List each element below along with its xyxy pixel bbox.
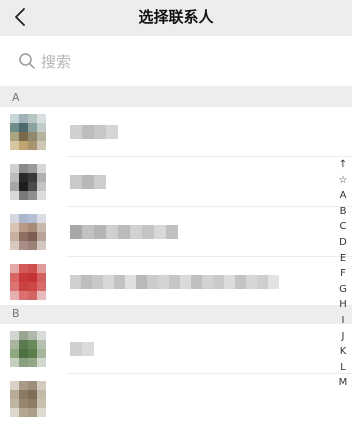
index-letter[interactable]: A	[340, 188, 347, 204]
index-letter[interactable]: J	[342, 329, 345, 345]
chevron-left-icon	[15, 8, 25, 26]
search-icon	[18, 52, 36, 70]
contact-row[interactable]	[0, 324, 352, 374]
avatar	[10, 114, 46, 150]
index-letter[interactable]: ☆	[339, 173, 348, 189]
avatar	[10, 214, 46, 250]
avatar	[10, 164, 46, 200]
contact-row[interactable]	[0, 157, 352, 207]
index-letter[interactable]: F	[340, 266, 346, 282]
contact-name-redacted	[70, 175, 106, 189]
contact-name-redacted	[70, 225, 178, 239]
contact-row[interactable]	[0, 257, 352, 307]
section-header-b: B	[0, 305, 352, 323]
search-bar: 搜索	[0, 36, 352, 86]
index-letter[interactable]: B	[340, 204, 347, 220]
avatar	[10, 264, 46, 300]
avatar	[10, 381, 46, 417]
back-button[interactable]	[8, 4, 32, 30]
header-bar: 选择联系人	[0, 0, 352, 34]
search-placeholder: 搜索	[41, 52, 72, 71]
index-letter[interactable]: H	[339, 297, 347, 313]
index-letter[interactable]: D	[339, 235, 347, 251]
index-letter[interactable]: C	[340, 219, 347, 235]
index-letter[interactable]: K	[340, 344, 347, 360]
contact-row[interactable]	[0, 207, 352, 257]
contact-name-redacted	[70, 275, 279, 289]
page-title: 选择联系人	[138, 8, 214, 26]
contact-row[interactable]	[0, 107, 352, 157]
contact-name-redacted	[70, 125, 118, 139]
index-letter[interactable]: E	[340, 251, 346, 267]
section-header-a: A	[0, 89, 352, 107]
index-letter[interactable]: G	[339, 282, 347, 298]
index-letter[interactable]: I	[342, 313, 345, 329]
index-letter[interactable]: ↑	[339, 157, 347, 173]
index-letter[interactable]: M	[339, 375, 348, 391]
alphabet-index-bar[interactable]: ↑ ☆ A B C D E F G H I J K L M	[336, 157, 350, 391]
index-letter[interactable]: L	[340, 360, 346, 376]
avatar	[10, 331, 46, 367]
search-input[interactable]: 搜索	[8, 43, 344, 79]
contact-name-redacted	[70, 342, 94, 356]
contact-row[interactable]	[0, 374, 352, 424]
